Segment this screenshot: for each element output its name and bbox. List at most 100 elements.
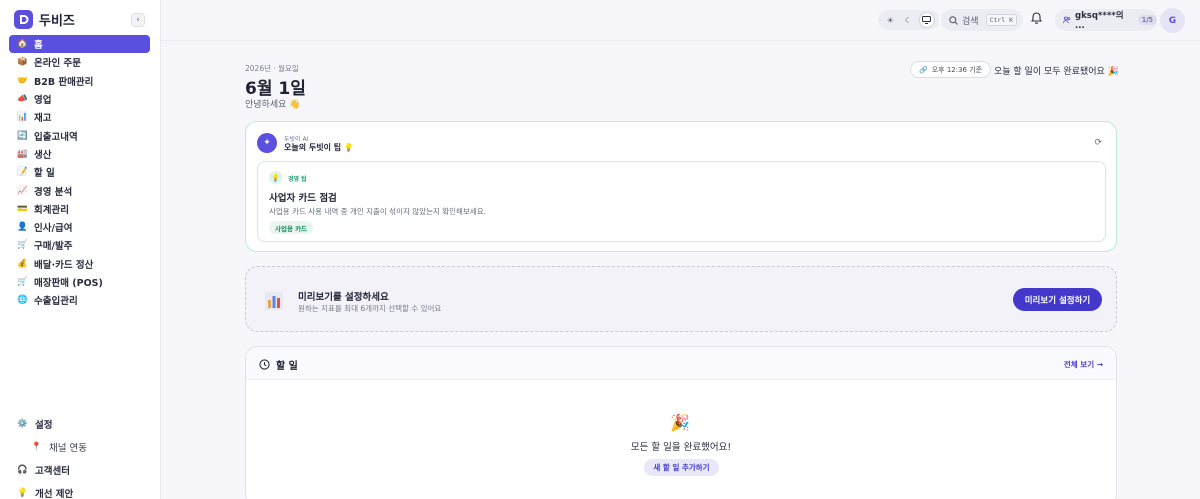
tip-title: 사업자 카드 점검 <box>269 193 337 204</box>
empty-message: 모든 할 일을 완료했어요! <box>630 442 732 453</box>
done-message: 오늘 할 일이 모두 완료됐어요 🎉 <box>994 67 1119 77</box>
person-icon: 👤 <box>17 222 28 233</box>
link-icon: 🔗 <box>919 65 928 74</box>
pos-icon: 🛒 <box>17 277 28 287</box>
search-label: 검색 <box>962 16 979 27</box>
sidebar-item[interactable]: 📝 할 일 <box>9 163 150 181</box>
tip-card: 💡 경영 팁 사업자 카드 점검 사업용 카드 사용 내역 중 개인 지출이 섞… <box>257 161 1106 242</box>
memo-icon: 📝 <box>17 167 28 178</box>
preview-setup-button[interactable]: 미리보기 설정하기 <box>1013 288 1102 311</box>
bell-icon[interactable] <box>1030 12 1043 27</box>
sidebar-item-label: 영업 <box>34 95 52 107</box>
headset-icon: 🎧 <box>17 464 28 475</box>
sidebar-item-label: 설정 <box>35 419 53 431</box>
updated-time-chip[interactable]: 🔗 오후 12:36 기준 <box>910 61 992 78</box>
sidebar-item-label: 매장판매 (POS) <box>34 278 103 289</box>
sidebar-item-label: 홈 <box>34 40 43 52</box>
factory-icon: 🏭 <box>17 148 28 159</box>
todo-title: 할 일 <box>276 361 298 372</box>
clock-icon <box>259 359 270 370</box>
analytics-icon: 📈 <box>17 185 28 196</box>
sidebar-item[interactable]: 📊 재고 <box>9 108 150 126</box>
brand[interactable]: 두비즈 <box>14 10 75 29</box>
sidebar-item-label: 할 일 <box>34 168 55 180</box>
lightbulb-icon: 💡 <box>269 171 282 184</box>
sidebar-item[interactable]: 📣 영업 <box>9 90 150 108</box>
user-name: gksq****의 ... <box>1075 11 1124 31</box>
sidebar-item-label: 온라인 주문 <box>34 58 82 70</box>
sidebar-item[interactable]: 👤 인사/급여 <box>9 218 150 236</box>
brand-name: 두비즈 <box>39 14 75 29</box>
sidebar-item-label: 생산 <box>34 149 52 161</box>
sidebar-item[interactable]: 🛒 매장판매 (POS) <box>9 273 150 291</box>
brand-logo-icon <box>14 10 33 29</box>
sidebar-item[interactable]: 🔄 입출고내역 <box>9 126 150 144</box>
sidebar-item-label: 수출입관리 <box>34 296 78 308</box>
sidebar-item-feedback[interactable]: 💡 개선 제안 <box>9 481 150 499</box>
view-all-link[interactable]: 전체 보기 → <box>1064 359 1103 370</box>
cart-icon: 🛒 <box>17 240 28 251</box>
box-icon: 📦 <box>17 57 28 68</box>
ai-title: 오늘의 두빗이 팁 💡 <box>284 143 354 152</box>
sidebar-item[interactable]: 🏠 홈 <box>9 35 150 54</box>
sidebar-item[interactable]: 🏭 생산 <box>9 145 150 163</box>
search-shortcut: Ctrl K <box>985 14 1018 26</box>
sidebar-item-settings[interactable]: ⚙️ 설정 <box>9 412 150 435</box>
tip-tag[interactable]: 사업용 카드 <box>269 221 314 234</box>
add-todo-button[interactable]: 새 할 일 추가하기 <box>644 459 719 476</box>
top-bar: ☀ ☾ 검색 Ctrl K gksq****의 ... 1/5 G <box>161 0 1200 41</box>
sidebar-item-label: 회계관리 <box>34 204 69 216</box>
sun-icon[interactable]: ☀ <box>882 12 898 28</box>
preview-title: 미리보기를 설정하세요 <box>298 292 389 303</box>
ai-tip-card: ✦ 두빗이 AI 오늘의 두빗이 팁 💡 ⟳ 💡 경영 팁 사업자 카드 점검 … <box>245 121 1117 252</box>
sidebar-item-channel[interactable]: 📍 채널 연동 <box>9 435 150 458</box>
house-icon: 🏠 <box>17 39 28 50</box>
sidebar-item[interactable]: 🛒 구매/발주 <box>9 236 150 254</box>
tip-category: 경영 팁 <box>288 176 307 183</box>
bar-chart-icon <box>265 292 283 310</box>
sidebar-item[interactable]: 📦 온라인 주문 <box>9 53 150 71</box>
pin-icon: 📍 <box>31 441 42 452</box>
collapse-sidebar-button[interactable]: ‹ <box>131 13 145 27</box>
todo-header: 할 일 전체 보기 → <box>246 347 1116 380</box>
search-icon <box>949 15 958 25</box>
sidebar-item[interactable]: 💰 배달·카드 정산 <box>9 255 150 273</box>
sidebar-item-label: 채널 연동 <box>49 442 87 454</box>
card-icon: 💳 <box>17 203 28 214</box>
user-menu-button[interactable]: gksq****의 ... 1/5 <box>1055 9 1157 31</box>
sidebar-item-label: 구매/발주 <box>34 241 73 253</box>
page-title: 6월 1일 <box>245 79 306 99</box>
sidebar-item-support[interactable]: 🎧 고객센터 <box>9 458 150 481</box>
gear-icon: ⚙️ <box>17 418 28 429</box>
sidebar-item-label: 개선 제안 <box>35 488 74 499</box>
search-button[interactable]: 검색 Ctrl K <box>941 9 1023 31</box>
party-icon: 🎉 <box>670 413 690 432</box>
sidebar-item-label: 인사/급여 <box>34 223 73 235</box>
monitor-icon[interactable] <box>918 12 935 28</box>
megaphone-icon: 📣 <box>17 94 28 105</box>
refresh-icon[interactable]: ⟳ <box>1094 138 1102 148</box>
sidebar-item[interactable]: 🌐 수출입관리 <box>9 291 150 309</box>
updated-time: 오후 12:36 기준 <box>931 65 983 74</box>
sidebar-item[interactable]: 💳 회계관리 <box>9 200 150 218</box>
globe-icon: 🌐 <box>17 295 28 306</box>
sidebar-item-label: B2B 판매관리 <box>34 76 94 88</box>
sidebar: 두비즈 ‹ 🏠 홈 📦 온라인 주문 🤝 B2B 판매관리 📣 영업 📊 재고 🔄 입출고내역 🏭 생산 📝… <box>0 0 161 499</box>
preview-description: 원하는 지표를 최대 6개까지 선택할 수 있어요 <box>298 304 442 313</box>
theme-switcher: ☀ ☾ <box>878 10 939 30</box>
inout-icon: 🔄 <box>17 130 28 141</box>
todo-title-wrap: 할 일 <box>259 357 298 372</box>
moneybag-icon: 💰 <box>17 258 28 269</box>
user-count-badge: 1/5 <box>1137 15 1157 25</box>
moon-icon[interactable]: ☾ <box>900 12 916 28</box>
sparkle-icon: ✦ <box>257 133 277 153</box>
sidebar-item-label: 경영 분석 <box>34 186 73 198</box>
avatar[interactable]: G <box>1160 8 1185 33</box>
sidebar-item-label: 고객센터 <box>35 465 70 477</box>
sidebar-item[interactable]: 🤝 B2B 판매관리 <box>9 72 150 90</box>
users-icon <box>1063 16 1071 24</box>
preview-setup-card: 미리보기를 설정하세요 원하는 지표를 최대 6개까지 선택할 수 있어요 미리… <box>245 266 1117 332</box>
sidebar-item[interactable]: 📈 경영 분석 <box>9 181 150 199</box>
tip-description: 사업용 카드 사용 내역 중 개인 지출이 섞이지 않았는지 확인해보세요. <box>269 207 487 216</box>
sidebar-item-label: 배달·카드 정산 <box>34 259 94 271</box>
